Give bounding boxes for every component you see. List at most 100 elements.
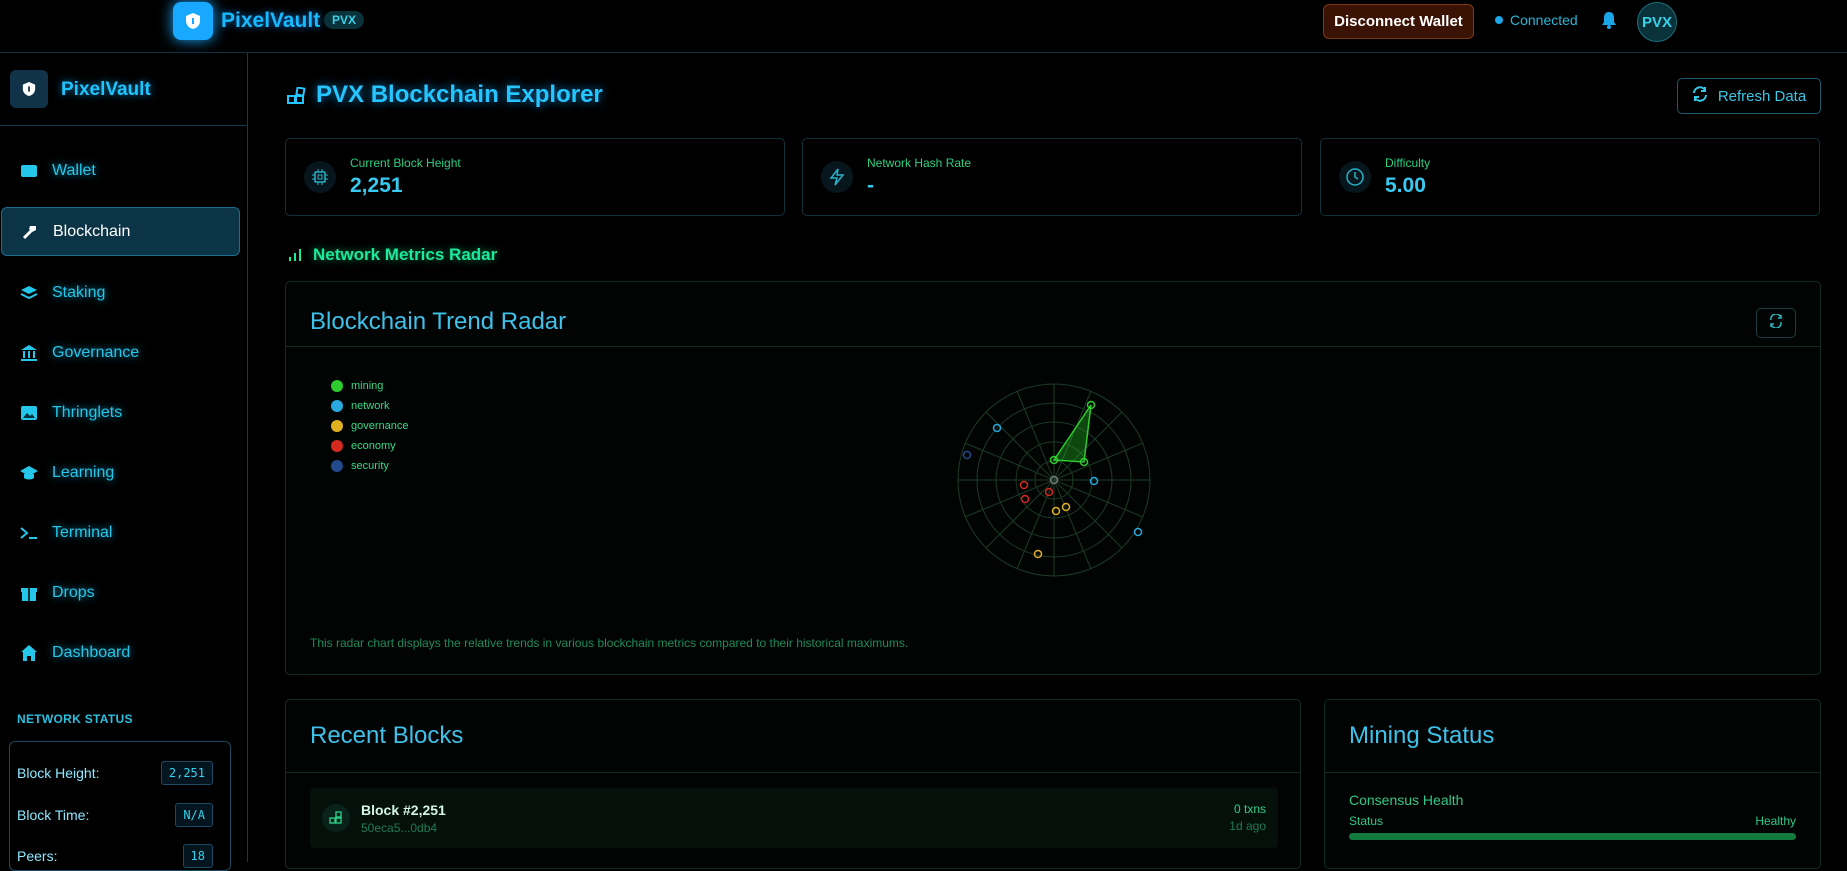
consensus-health-label: Consensus Health <box>1349 792 1464 808</box>
token-badge: PVX <box>324 11 365 29</box>
refresh-data-button[interactable]: Refresh Data <box>1677 78 1821 114</box>
block-age: 1d ago <box>1229 819 1266 833</box>
sidebar-item-label: Drops <box>52 583 95 601</box>
stat-card-difficulty: Difficulty 5.00 <box>1320 138 1820 216</box>
radar-refresh-button[interactable] <box>1756 308 1796 338</box>
radar-legend: mining network governance economy securi… <box>331 376 409 476</box>
layers-icon <box>19 283 39 303</box>
stat-label: Current Block Height <box>350 156 461 170</box>
mining-status-card: Mining Status Consensus Health Status He… <box>1324 699 1821 869</box>
blocks-icon <box>287 86 307 112</box>
network-status-row: Block Time: N/A <box>17 803 213 827</box>
stat-value: 2,251 <box>350 174 403 197</box>
sidebar-brand: PixelVault <box>61 79 151 100</box>
mining-status-title: Mining Status <box>1349 722 1495 749</box>
health-bar <box>1349 833 1796 840</box>
legend-item[interactable]: security <box>331 456 409 476</box>
sidebar-item-drops[interactable]: Drops <box>1 568 240 617</box>
block-list-item[interactable]: Block #2,251 50eca5...0db4 0 txns 1d ago <box>310 788 1278 848</box>
recent-blocks-title: Recent Blocks <box>310 722 464 749</box>
avatar[interactable]: PVX <box>1637 2 1677 42</box>
stat-label: Difficulty <box>1385 156 1431 170</box>
shield-logo-icon <box>10 70 48 108</box>
brand-name: PixelVault <box>221 9 321 32</box>
legend-dot-icon <box>331 420 343 432</box>
block-txns: 0 txns <box>1233 802 1266 816</box>
peers-value: 18 <box>182 844 213 868</box>
stat-label: Network Hash Rate <box>867 156 972 170</box>
graduation-cap-icon <box>19 463 39 483</box>
refresh-icon <box>1692 86 1708 106</box>
bell-icon[interactable] <box>1601 11 1617 34</box>
divider <box>1325 772 1820 773</box>
legend-label: network <box>351 400 390 412</box>
cpu-icon <box>304 161 336 193</box>
radar-card: Blockchain Trend Radar mining network go… <box>285 281 1821 675</box>
sidebar-item-blockchain[interactable]: Blockchain <box>1 207 240 256</box>
legend-label: economy <box>351 440 396 452</box>
legend-dot-icon <box>331 440 343 452</box>
network-status-row: Peers: 18 <box>17 844 213 868</box>
connection-status: Connected <box>1495 12 1578 28</box>
network-status-row: Block Height: 2,251 <box>17 761 213 785</box>
lightning-icon <box>821 161 853 193</box>
status-dot-icon <box>1495 16 1503 24</box>
shield-logo-icon <box>173 2 213 40</box>
bar-chart-icon <box>288 248 304 267</box>
legend-label: security <box>351 460 389 472</box>
connection-status-label: Connected <box>1510 12 1578 28</box>
legend-item[interactable]: network <box>331 396 409 416</box>
wallet-icon <box>19 161 39 181</box>
sidebar-header: PixelVault <box>0 53 248 126</box>
block-name: Block #2,251 <box>361 802 446 818</box>
top-bar: PixelVault PVX Disconnect Wallet Connect… <box>0 0 1847 53</box>
block-height-label: Block Height: <box>17 765 100 781</box>
block-height-value: 2,251 <box>160 761 213 785</box>
block-hash: 50eca5...0db4 <box>361 821 438 835</box>
block-time-label: Block Time: <box>17 807 90 823</box>
disconnect-wallet-button[interactable]: Disconnect Wallet <box>1323 4 1474 39</box>
legend-item[interactable]: mining <box>331 376 409 396</box>
bank-icon <box>19 343 39 363</box>
recent-blocks-card: Recent Blocks Block #2,251 50eca5...0db4… <box>285 699 1301 869</box>
terminal-icon <box>19 523 39 543</box>
sidebar-item-label: Blockchain <box>53 222 131 240</box>
radar-chart <box>957 383 1151 577</box>
sidebar-item-staking[interactable]: Staking <box>1 268 240 317</box>
sidebar-item-label: Dashboard <box>52 643 131 661</box>
image-icon <box>19 403 39 423</box>
legend-label: governance <box>351 420 409 432</box>
refresh-data-label: Refresh Data <box>1717 87 1807 105</box>
sidebar-item-label: Thringlets <box>52 403 123 421</box>
block-time-value: N/A <box>175 803 213 827</box>
sidebar-item-terminal[interactable]: Terminal <box>1 508 240 557</box>
clock-icon <box>1339 161 1371 193</box>
sidebar-item-wallet[interactable]: Wallet <box>1 146 240 195</box>
gift-icon <box>19 583 39 603</box>
sidebar-item-governance[interactable]: Governance <box>1 328 240 377</box>
stat-value: 5.00 <box>1385 174 1426 197</box>
radar-title: Blockchain Trend Radar <box>310 308 567 335</box>
sidebar-item-learning[interactable]: Learning <box>1 448 240 497</box>
sidebar-item-label: Staking <box>52 283 106 301</box>
legend-label: mining <box>351 380 384 392</box>
section-title: Network Metrics Radar <box>313 245 498 264</box>
divider <box>286 772 1300 773</box>
blocks-icon <box>322 804 350 832</box>
sidebar-item-label: Wallet <box>52 161 96 179</box>
radar-description: This radar chart displays the relative t… <box>310 636 909 650</box>
stat-card-hash-rate: Network Hash Rate - <box>802 138 1302 216</box>
legend-dot-icon <box>331 400 343 412</box>
sidebar-item-label: Terminal <box>52 523 113 541</box>
stat-value: - <box>867 174 874 197</box>
legend-item[interactable]: economy <box>331 436 409 456</box>
page-title: PVX Blockchain Explorer <box>316 81 603 108</box>
network-status-title: NETWORK STATUS <box>17 712 133 726</box>
legend-item[interactable]: governance <box>331 416 409 436</box>
health-bar-fill <box>1349 833 1796 840</box>
sidebar-item-dashboard[interactable]: Dashboard <box>1 628 240 677</box>
hammer-icon <box>20 222 40 242</box>
sidebar-item-thringlets[interactable]: Thringlets <box>1 388 240 437</box>
sidebar-item-label: Learning <box>52 463 115 481</box>
legend-dot-icon <box>331 460 343 472</box>
